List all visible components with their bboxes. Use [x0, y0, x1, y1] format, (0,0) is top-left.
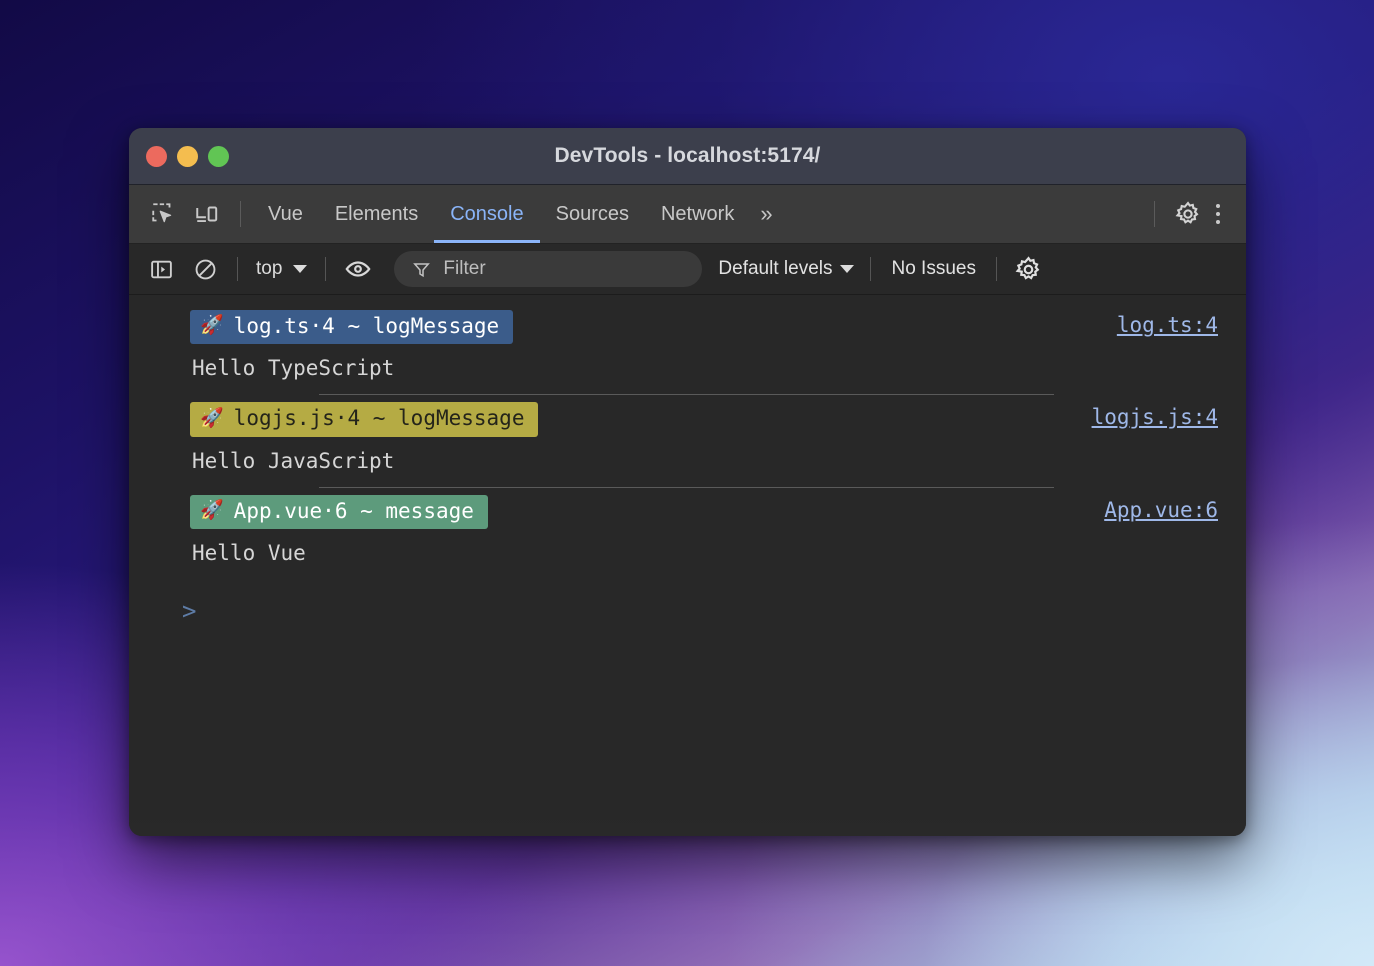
console-toolbar: top Filter Default levels No Issues: [129, 244, 1246, 295]
chevron-down-icon: [840, 265, 855, 273]
log-levels-label: Default levels: [718, 258, 833, 279]
execution-context-value: top: [256, 258, 283, 279]
window-titlebar: DevTools - localhost:5174/: [129, 128, 1246, 185]
execution-context-selector[interactable]: top: [248, 258, 315, 280]
tabbar-divider: [240, 201, 241, 227]
issues-status[interactable]: No Issues: [881, 258, 985, 280]
gear-icon[interactable]: [1166, 194, 1210, 234]
tab-console[interactable]: Console: [434, 186, 539, 243]
toolbar-divider-2: [325, 257, 327, 281]
devtools-tabbar: Vue Elements Console Sources Network »: [129, 185, 1246, 244]
console-entry-badge: 🚀 logjs.js·4 ~ logMessage: [190, 402, 539, 437]
clear-console-icon[interactable]: [183, 249, 227, 289]
minimize-button[interactable]: [177, 145, 198, 167]
close-button[interactable]: [146, 145, 167, 167]
console-prompt[interactable]: >: [129, 579, 1246, 625]
filter-input[interactable]: Filter: [394, 251, 703, 287]
console-entry-badge-text: log.ts·4 ~ logMessage: [233, 314, 500, 338]
filter-funnel-icon: [413, 262, 431, 277]
console-entry[interactable]: 🚀 App.vue·6 ~ message App.vue:6 Hello Vu…: [129, 488, 1246, 579]
toolbar-divider-4: [995, 257, 997, 281]
prompt-chevron-icon: >: [182, 596, 197, 625]
console-entry-message: Hello Vue: [192, 540, 306, 565]
device-toolbar-icon[interactable]: [185, 194, 229, 234]
source-link[interactable]: App.vue:6: [1104, 495, 1218, 522]
toolbar-divider-3: [870, 257, 872, 281]
console-entry-message: Hello JavaScript: [192, 448, 395, 473]
more-tabs-chevron-icon[interactable]: »: [750, 194, 779, 234]
console-entry[interactable]: 🚀 log.ts·4 ~ logMessage log.ts:4 Hello T…: [129, 303, 1246, 394]
tab-elements[interactable]: Elements: [319, 186, 434, 243]
console-entry-badge: 🚀 App.vue·6 ~ message: [190, 494, 488, 529]
tab-network[interactable]: Network: [645, 186, 750, 243]
chevron-down-icon: [293, 265, 308, 273]
log-levels-dropdown[interactable]: Default levels: [712, 258, 860, 280]
console-entry-badge: 🚀 log.ts·4 ~ logMessage: [190, 310, 514, 345]
rocket-icon: 🚀: [200, 406, 224, 429]
rocket-icon: 🚀: [200, 314, 224, 337]
filter-placeholder: Filter: [443, 258, 486, 279]
console-entry-header: 🚀 App.vue·6 ~ message App.vue:6: [129, 488, 1246, 529]
rocket-icon: 🚀: [200, 498, 224, 521]
kebab-menu-icon[interactable]: [1210, 204, 1232, 224]
tab-sources[interactable]: Sources: [540, 186, 645, 243]
tabbar-divider-right: [1154, 201, 1155, 227]
window-controls: [129, 145, 229, 167]
console-output[interactable]: 🚀 log.ts·4 ~ logMessage log.ts:4 Hello T…: [129, 295, 1246, 836]
devtools-window: DevTools - localhost:5174/ Vue Elements: [129, 128, 1246, 836]
window-title: DevTools - localhost:5174/: [554, 144, 821, 167]
console-settings-gear-icon[interactable]: [1007, 249, 1051, 289]
live-expression-eye-icon[interactable]: [336, 249, 380, 289]
tab-vue[interactable]: Vue: [252, 186, 319, 243]
console-entry-header: 🚀 logjs.js·4 ~ logMessage logjs.js:4: [129, 395, 1246, 437]
toolbar-divider-1: [237, 257, 238, 281]
console-entry[interactable]: 🚀 logjs.js·4 ~ logMessage logjs.js:4 Hel…: [129, 395, 1246, 486]
console-entry-badge-text: App.vue·6 ~ message: [233, 498, 474, 523]
inspect-element-icon[interactable]: [141, 194, 185, 234]
console-sidebar-icon[interactable]: [139, 249, 183, 289]
console-entry-header: 🚀 log.ts·4 ~ logMessage log.ts:4: [129, 303, 1246, 345]
console-entry-badge-text: logjs.js·4 ~ logMessage: [233, 406, 525, 431]
desktop-wallpaper: DevTools - localhost:5174/ Vue Elements: [0, 0, 1374, 966]
console-entry-message: Hello TypeScript: [192, 356, 395, 381]
source-link[interactable]: log.ts:4: [1117, 310, 1218, 337]
source-link[interactable]: logjs.js:4: [1092, 402, 1218, 429]
maximize-button[interactable]: [208, 145, 229, 167]
